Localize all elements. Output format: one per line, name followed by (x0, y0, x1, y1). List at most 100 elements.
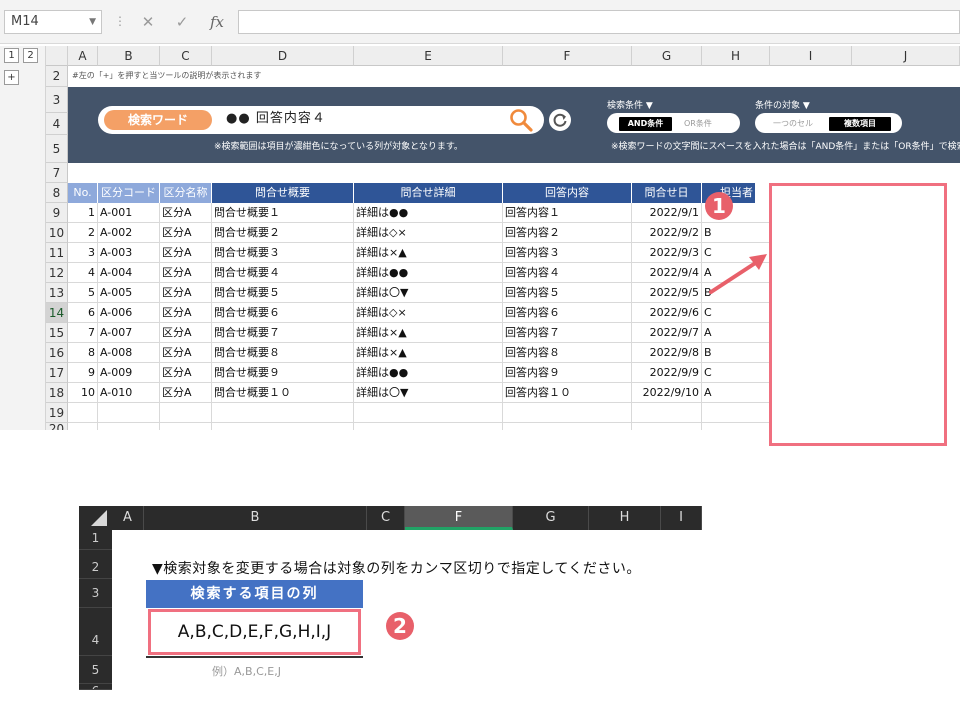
name-box[interactable]: M14 ▼ (4, 10, 102, 34)
cell-detail[interactable]: 詳細は〇▼ (354, 283, 503, 303)
column-header-b[interactable]: B (98, 46, 160, 66)
empty-cell[interactable] (354, 423, 503, 430)
cell-summary[interactable]: 問合せ概要８ (212, 343, 354, 363)
cell-summary[interactable]: 問合せ概要２ (212, 223, 354, 243)
cell-date[interactable]: 2022/9/5 (632, 283, 702, 303)
cell-owner[interactable]: C (702, 303, 770, 323)
cell-category-name[interactable]: 区分A (160, 303, 212, 323)
row-header-6[interactable]: 6 (79, 684, 112, 690)
empty-cell[interactable] (68, 423, 98, 430)
cell-detail[interactable]: 詳細は◇× (354, 303, 503, 323)
cell-no[interactable]: 5 (68, 283, 98, 303)
cell-owner[interactable]: B (702, 223, 770, 243)
cell-summary[interactable]: 問合せ概要９ (212, 363, 354, 383)
cell-category-name[interactable]: 区分A (160, 323, 212, 343)
cell-date[interactable]: 2022/9/10 (632, 383, 702, 403)
cell-detail[interactable]: 詳細は●● (354, 363, 503, 383)
row-header-4[interactable]: 4 (79, 608, 112, 656)
empty-cell[interactable] (503, 423, 632, 430)
row-header-4[interactable]: 4 (46, 113, 68, 135)
row-header-5[interactable]: 5 (46, 135, 68, 163)
cell-category-name[interactable]: 区分A (160, 363, 212, 383)
cell-category-code[interactable]: A-007 (98, 323, 160, 343)
row-header-13[interactable]: 13 (46, 283, 68, 303)
formula-input[interactable] (238, 10, 960, 34)
cell-no[interactable]: 10 (68, 383, 98, 403)
column-header-b[interactable]: B (144, 506, 367, 530)
cell-detail[interactable]: 詳細は×▲ (354, 343, 503, 363)
cell-date[interactable]: 2022/9/6 (632, 303, 702, 323)
search-columns-input[interactable]: A,B,C,D,E,F,G,H,I,J (148, 609, 361, 655)
chevron-down-icon[interactable]: ▼ (89, 11, 96, 33)
single-cell-option[interactable]: 一つのセル (773, 117, 813, 131)
column-header-a[interactable]: A (68, 46, 98, 66)
cell-no[interactable]: 8 (68, 343, 98, 363)
column-header-h[interactable]: H (702, 46, 770, 66)
cell-answer[interactable]: 回答内容３ (503, 243, 632, 263)
and-condition-option[interactable]: AND条件 (619, 117, 672, 131)
cell-owner[interactable]: A (702, 383, 770, 403)
empty-cell[interactable] (98, 423, 160, 430)
cell-no[interactable]: 1 (68, 203, 98, 223)
cell-answer[interactable]: 回答内容１ (503, 203, 632, 223)
column-header-f[interactable]: F (405, 506, 513, 530)
column-header-g[interactable]: G (513, 506, 589, 530)
cell-category-code[interactable]: A-008 (98, 343, 160, 363)
cell-answer[interactable]: 回答内容９ (503, 363, 632, 383)
column-header-h[interactable]: H (589, 506, 661, 530)
cell-date[interactable]: 2022/9/4 (632, 263, 702, 283)
cell-no[interactable]: 7 (68, 323, 98, 343)
cell-answer[interactable]: 回答内容１０ (503, 383, 632, 403)
outline-level-2-button[interactable]: 2 (23, 48, 38, 63)
cell-category-code[interactable]: A-005 (98, 283, 160, 303)
search-input[interactable]: ●● 回答内容４ (226, 109, 326, 129)
row-header-16[interactable]: 16 (46, 343, 68, 363)
column-header-c[interactable]: C (160, 46, 212, 66)
select-all-corner[interactable] (46, 46, 68, 66)
empty-cell[interactable] (354, 403, 503, 423)
row-header-14[interactable]: 14 (46, 303, 68, 323)
cell-detail[interactable]: 詳細は◇× (354, 223, 503, 243)
empty-cell[interactable] (160, 423, 212, 430)
row-header-2[interactable]: 2 (46, 66, 68, 87)
cell-owner[interactable]: A (702, 323, 770, 343)
cell-category-name[interactable]: 区分A (160, 383, 212, 403)
search-icon[interactable] (508, 107, 534, 133)
cell-category-code[interactable]: A-004 (98, 263, 160, 283)
cell-category-name[interactable]: 区分A (160, 263, 212, 283)
empty-cell[interactable] (98, 403, 160, 423)
cell-category-name[interactable]: 区分A (160, 243, 212, 263)
cell-date[interactable]: 2022/9/7 (632, 323, 702, 343)
multiple-items-option[interactable]: 複数項目 (829, 117, 891, 131)
row-header-8[interactable]: 8 (46, 183, 68, 203)
cancel-icon[interactable]: ✕ (138, 12, 158, 32)
cell-summary[interactable]: 問合せ概要１０ (212, 383, 354, 403)
cell-category-name[interactable]: 区分A (160, 203, 212, 223)
empty-cell[interactable] (68, 403, 98, 423)
row-header-5[interactable]: 5 (79, 656, 112, 684)
check-icon[interactable]: ✓ (172, 12, 192, 32)
cell-category-code[interactable]: A-001 (98, 203, 160, 223)
cell-date[interactable]: 2022/9/2 (632, 223, 702, 243)
cell-owner[interactable]: B (702, 343, 770, 363)
select-all-corner[interactable] (79, 506, 112, 530)
cell-answer[interactable]: 回答内容４ (503, 263, 632, 283)
cell-category-code[interactable]: A-010 (98, 383, 160, 403)
row-header-15[interactable]: 15 (46, 323, 68, 343)
cell-summary[interactable]: 問合せ概要１ (212, 203, 354, 223)
row-header-9[interactable]: 9 (46, 203, 68, 223)
row-header-3[interactable]: 3 (46, 87, 68, 113)
refresh-button[interactable] (549, 109, 571, 131)
cell-answer[interactable]: 回答内容２ (503, 223, 632, 243)
cell-owner[interactable]: C (702, 363, 770, 383)
column-header-j[interactable]: J (852, 46, 960, 66)
cell-answer[interactable]: 回答内容７ (503, 323, 632, 343)
empty-cell[interactable] (160, 403, 212, 423)
empty-cell[interactable] (702, 403, 770, 423)
row-header-18[interactable]: 18 (46, 383, 68, 403)
empty-cell[interactable] (632, 423, 702, 430)
row-header-19[interactable]: 19 (46, 403, 68, 423)
row-header-2[interactable]: 2 (79, 550, 112, 579)
cell-summary[interactable]: 問合せ概要６ (212, 303, 354, 323)
cell-detail[interactable]: 詳細は×▲ (354, 323, 503, 343)
